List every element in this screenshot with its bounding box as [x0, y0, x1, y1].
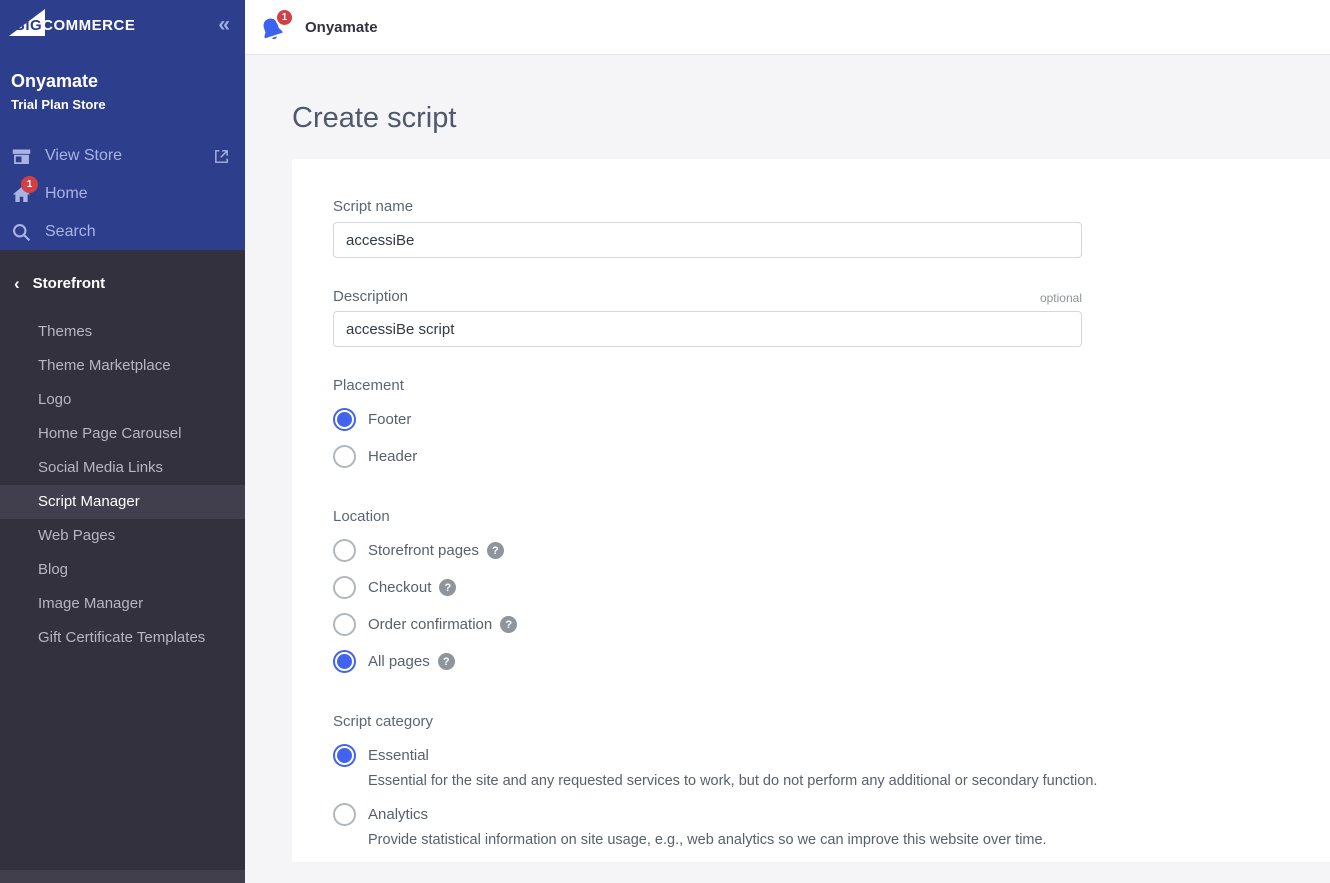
script-name-input[interactable] [333, 222, 1082, 258]
page-title: Create script [292, 102, 1330, 135]
radio-storefront-pages[interactable] [333, 539, 356, 562]
location-option-checkout[interactable]: Checkout ? [333, 576, 456, 599]
store-info: Onyamate Trial Plan Store [0, 44, 245, 112]
radio-label: Order confirmation [368, 616, 492, 633]
radio-order-confirmation[interactable] [333, 613, 356, 636]
sidebar-item-themes[interactable]: Themes [0, 315, 245, 349]
search-icon [11, 222, 32, 243]
chevron-left-icon: ‹ [14, 275, 20, 292]
storefront-back-header[interactable]: ‹ Storefront [0, 275, 245, 292]
storefront-menu: Themes Theme Marketplace Logo Home Page … [0, 315, 245, 655]
optional-label: optional [1040, 291, 1082, 305]
radio-label: All pages [368, 653, 430, 670]
description-label: Description [333, 288, 408, 305]
sidebar-top-section: BIGCOMMERCE « Onyamate Trial Plan Store … [0, 0, 245, 250]
logo-row: BIGCOMMERCE « [0, 0, 245, 44]
script-name-group: Script name [333, 198, 1330, 258]
radio-essential[interactable] [333, 744, 356, 767]
radio-header[interactable] [333, 445, 356, 468]
sidebar-item-image-manager[interactable]: Image Manager [0, 587, 245, 621]
logo-text-commerce: COMMERCE [42, 17, 135, 34]
radio-label: Storefront pages [368, 542, 479, 559]
notification-badge: 1 [275, 8, 294, 27]
description-input[interactable] [333, 311, 1082, 347]
sidebar-item-view-store[interactable]: View Store [0, 137, 245, 175]
category-description-essential: Essential for the site and any requested… [368, 773, 1330, 789]
notifications-bell-button[interactable]: 1 [258, 10, 290, 44]
sidebar-item-script-manager[interactable]: Script Manager [0, 485, 245, 519]
sidebar: BIGCOMMERCE « Onyamate Trial Plan Store … [0, 0, 245, 883]
external-link-icon [213, 148, 230, 165]
page-content: Create script Script name Description op… [245, 55, 1330, 883]
sidebar-item-search[interactable]: Search [0, 213, 245, 251]
category-option-essential[interactable]: Essential [333, 744, 429, 767]
top-header-bar: 1 Onyamate [245, 0, 1330, 55]
help-icon[interactable]: ? [438, 653, 455, 670]
logo-text-big: BIG [9, 17, 42, 34]
sidebar-top-nav: View Store 1 Home Search [0, 137, 245, 251]
sidebar-item-blog[interactable]: Blog [0, 553, 245, 587]
sidebar-item-label: Home [45, 185, 88, 203]
radio-footer[interactable] [333, 408, 356, 431]
description-group: Description optional [333, 288, 1330, 347]
bigcommerce-logo: BIGCOMMERCE [9, 17, 135, 43]
sidebar-item-theme-marketplace[interactable]: Theme Marketplace [0, 349, 245, 383]
location-option-storefront-pages[interactable]: Storefront pages ? [333, 539, 504, 562]
store-plan: Trial Plan Store [11, 97, 245, 112]
header-store-name: Onyamate [305, 19, 378, 36]
radio-all-pages[interactable] [333, 650, 356, 673]
sidebar-item-logo[interactable]: Logo [0, 383, 245, 417]
home-icon: 1 [11, 184, 32, 205]
create-script-form-card: Script name Description optional Placeme… [292, 159, 1330, 862]
radio-label: Header [368, 448, 417, 465]
placement-group: Placement Footer Header [333, 377, 1330, 468]
main-area: 1 Onyamate Create script Script name Des… [245, 0, 1330, 883]
radio-label: Checkout [368, 579, 431, 596]
location-label: Location [333, 508, 1330, 525]
category-description-analytics: Provide statistical information on site … [368, 832, 1330, 848]
script-category-label: Script category [333, 713, 1330, 730]
description-label-row: Description optional [333, 288, 1082, 305]
sidebar-item-home[interactable]: 1 Home [0, 175, 245, 213]
sidebar-item-label: View Store [45, 147, 122, 165]
category-option-analytics[interactable]: Analytics [333, 803, 428, 826]
sidebar-item-gift-certificate-templates[interactable]: Gift Certificate Templates [0, 621, 245, 655]
section-title: Storefront [33, 275, 106, 292]
sidebar-item-social-media-links[interactable]: Social Media Links [0, 451, 245, 485]
location-option-all-pages[interactable]: All pages ? [333, 650, 455, 673]
radio-label: Footer [368, 411, 411, 428]
script-name-label: Script name [333, 198, 413, 215]
storefront-icon [11, 146, 32, 167]
sidebar-footer-strip [0, 870, 245, 883]
placement-option-footer[interactable]: Footer [333, 408, 411, 431]
placement-label: Placement [333, 377, 1330, 394]
notification-badge: 1 [21, 176, 38, 193]
script-category-group: Script category Essential Essential for … [333, 713, 1330, 862]
radio-label: Analytics [368, 806, 428, 823]
sidebar-item-home-page-carousel[interactable]: Home Page Carousel [0, 417, 245, 451]
collapse-sidebar-button[interactable]: « [218, 14, 230, 35]
radio-checkout[interactable] [333, 576, 356, 599]
sidebar-item-web-pages[interactable]: Web Pages [0, 519, 245, 553]
help-icon[interactable]: ? [487, 542, 504, 559]
location-option-order-confirmation[interactable]: Order confirmation ? [333, 613, 517, 636]
radio-analytics[interactable] [333, 803, 356, 826]
sidebar-section-storefront: ‹ Storefront Themes Theme Marketplace Lo… [0, 250, 245, 655]
help-icon[interactable]: ? [500, 616, 517, 633]
placement-option-header[interactable]: Header [333, 445, 417, 468]
sidebar-item-label: Search [45, 223, 96, 241]
help-icon[interactable]: ? [439, 579, 456, 596]
location-group: Location Storefront pages ? Checkout ? O… [333, 508, 1330, 673]
store-name: Onyamate [11, 71, 245, 92]
radio-label: Essential [368, 747, 429, 764]
